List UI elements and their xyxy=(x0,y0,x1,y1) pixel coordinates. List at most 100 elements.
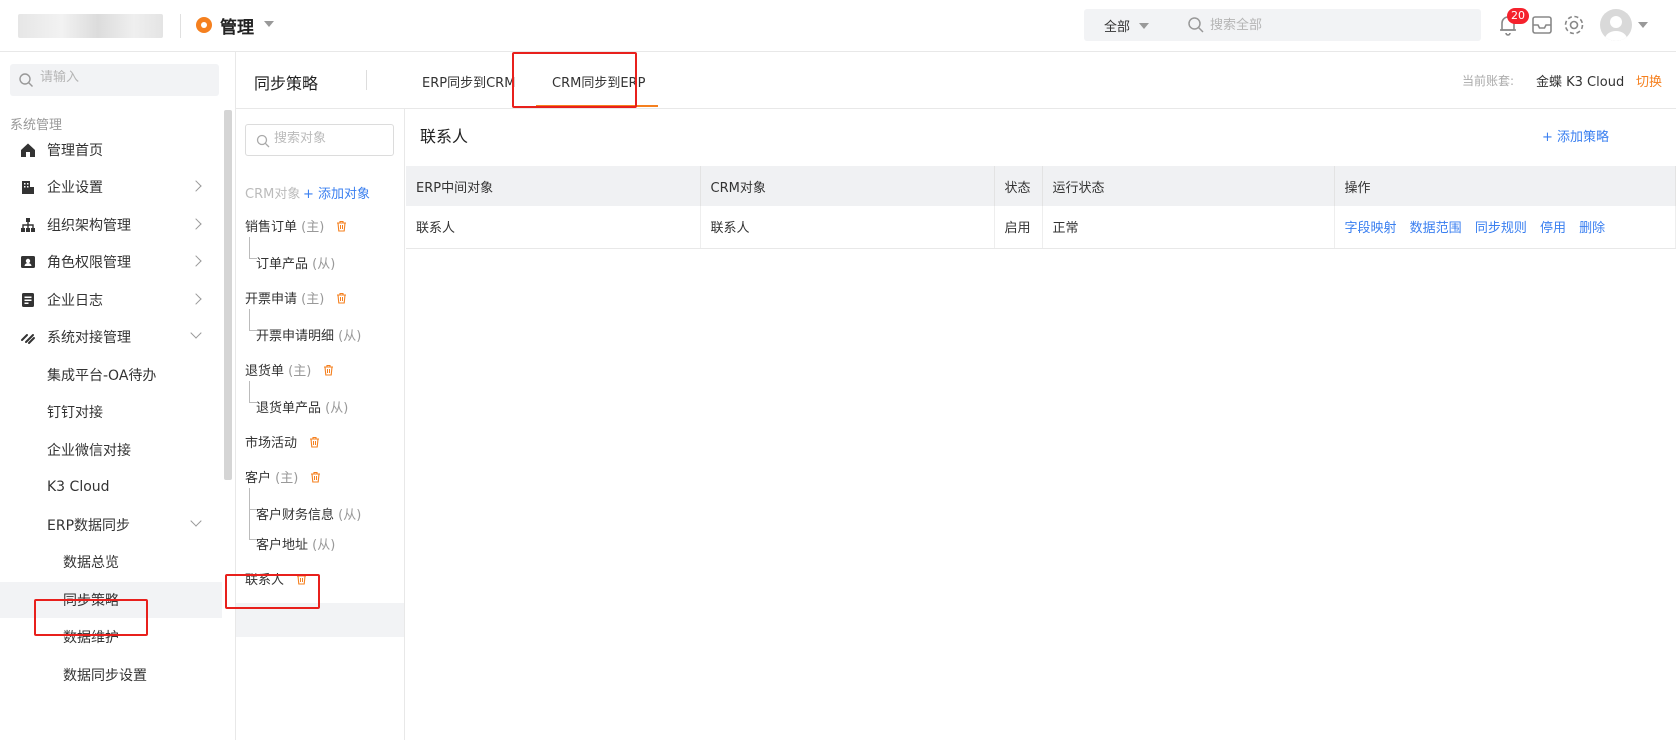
object-tag: (从) xyxy=(338,329,362,344)
sidebar-item-oa-todo[interactable]: 集成平台-OA待办 xyxy=(0,357,222,393)
object-tag: (主) xyxy=(275,471,299,486)
object-name: 退货单产品 xyxy=(256,401,322,416)
chevron-right-icon xyxy=(190,218,202,230)
status-cell: 启用 xyxy=(994,206,1043,249)
app-title[interactable]: 管理 xyxy=(220,13,254,38)
object-panel: CRM对象 + 添加对象 销售订单 (主) 订单产品 (从) 开票申请 (主) … xyxy=(236,109,405,740)
field-mapping-link[interactable]: 字段映射 xyxy=(1345,221,1397,236)
object-name: 联系人 xyxy=(245,573,285,588)
object-item-invoice[interactable]: 开票申请 (主) xyxy=(245,288,347,307)
inbox-icon[interactable] xyxy=(1528,11,1556,39)
object-tag: (从) xyxy=(312,257,336,272)
add-object-button[interactable]: + 添加对象 xyxy=(303,183,370,202)
account-value: 金蝶 K3 Cloud xyxy=(1536,75,1625,90)
sidebar-search-input[interactable] xyxy=(40,70,210,85)
sidebar-item-label: 钉钉对接 xyxy=(47,405,103,421)
table-row: 联系人 联系人 启用 正常 字段映射 数据范围 同步规则 停用 删除 xyxy=(406,206,1676,249)
sidebar-item-label: 集成平台-OA待办 xyxy=(47,368,157,384)
sidebar-item-integration[interactable]: 系统对接管理 xyxy=(0,319,222,355)
page-title: 同步策略 xyxy=(254,74,319,93)
tab-crm-to-erp[interactable]: CRM同步到ERP xyxy=(552,72,645,91)
sidebar-item-label: 企业微信对接 xyxy=(47,443,131,459)
policy-content: 联系人 + 添加策略 ERP中间对象 CRM对象 状态 运行状态 操作 联系人 … xyxy=(406,109,1676,740)
delete-link[interactable]: 删除 xyxy=(1579,221,1605,236)
trash-icon[interactable] xyxy=(309,436,320,448)
search-icon xyxy=(1188,17,1204,33)
chevron-down-icon[interactable] xyxy=(1139,23,1149,29)
object-name: 客户 xyxy=(245,471,272,486)
sidebar-scrollbar[interactable] xyxy=(224,110,232,480)
chevron-down-icon[interactable] xyxy=(264,21,274,27)
add-policy-button[interactable]: + 添加策略 xyxy=(1542,126,1609,145)
org-chart-icon xyxy=(21,218,35,232)
gear-flower-icon xyxy=(196,17,212,33)
object-tag: (从) xyxy=(338,508,362,523)
sidebar-item-label: 数据同步设置 xyxy=(63,668,147,684)
sidebar-item-data-overview[interactable]: 数据总览 xyxy=(0,544,222,580)
object-item-marketing[interactable]: 市场活动 xyxy=(245,432,320,451)
global-search-input[interactable] xyxy=(1210,15,1460,35)
sidebar-item-sync-settings[interactable]: 数据同步设置 xyxy=(0,657,222,693)
sidebar-item-logs[interactable]: 企业日志 xyxy=(0,282,222,318)
object-tag: (从) xyxy=(325,401,349,416)
active-tab-indicator xyxy=(536,105,658,107)
object-list-header: CRM对象 xyxy=(245,187,301,202)
switch-account-link[interactable]: 切换 xyxy=(1636,71,1662,90)
object-item-customer[interactable]: 客户 (主) xyxy=(245,467,321,486)
sidebar-item-dingtalk[interactable]: 钉钉对接 xyxy=(0,394,222,430)
trash-icon[interactable] xyxy=(310,471,321,483)
sidebar-item-home[interactable]: 管理首页 xyxy=(0,132,222,168)
sync-rules-link[interactable]: 同步规则 xyxy=(1475,221,1527,236)
gear-icon[interactable] xyxy=(1560,11,1588,39)
actions-cell: 字段映射 数据范围 同步规则 停用 删除 xyxy=(1334,206,1676,249)
search-icon xyxy=(256,134,270,148)
crm-object-cell: 联系人 xyxy=(700,206,995,249)
column-header: 运行状态 xyxy=(1042,166,1335,206)
object-tag: (主) xyxy=(301,292,325,307)
trash-icon[interactable] xyxy=(336,220,347,232)
global-search-bar: 全部 xyxy=(1084,9,1481,41)
top-bar: 管理 全部 20 xyxy=(0,0,1676,52)
id-card-icon xyxy=(21,256,35,268)
trash-icon[interactable] xyxy=(336,292,347,304)
sidebar: 系统管理 管理首页 企业设置 组织架构管理 角色权限管理 企业日志 系统对接管理… xyxy=(0,52,236,740)
object-search xyxy=(245,124,394,156)
sidebar-item-wecom[interactable]: 企业微信对接 xyxy=(0,432,222,468)
object-item-sales-order[interactable]: 销售订单 (主) xyxy=(245,216,347,235)
chevron-down-icon xyxy=(190,327,202,339)
sidebar-item-k3cloud[interactable]: K3 Cloud xyxy=(0,469,222,505)
sidebar-item-label: 企业日志 xyxy=(47,293,103,309)
object-name: 客户财务信息 xyxy=(256,508,335,523)
sidebar-item-data-maintenance[interactable]: 数据维护 xyxy=(0,619,222,655)
chevron-down-icon[interactable] xyxy=(1638,22,1648,28)
object-name: 订单产品 xyxy=(256,257,309,272)
object-child-item[interactable]: 订单产品 (从) xyxy=(256,253,335,272)
column-header: 状态 xyxy=(994,166,1043,206)
run-status-cell: 正常 xyxy=(1042,206,1335,249)
search-scope-select[interactable]: 全部 xyxy=(1104,16,1130,35)
object-child-item[interactable]: 退货单产品 (从) xyxy=(256,397,348,416)
object-item-return-order[interactable]: 退货单 (主) xyxy=(245,360,334,379)
object-name: 客户地址 xyxy=(256,538,309,553)
sidebar-item-org[interactable]: 组织架构管理 xyxy=(0,207,222,243)
tab-erp-to-crm[interactable]: ERP同步到CRM xyxy=(422,72,515,91)
sidebar-item-roles[interactable]: 角色权限管理 xyxy=(0,244,222,280)
trash-icon[interactable] xyxy=(296,573,307,585)
search-icon xyxy=(19,73,33,87)
sidebar-item-enterprise-settings[interactable]: 企业设置 xyxy=(0,169,222,205)
object-search-input[interactable] xyxy=(274,131,384,146)
sidebar-item-label: 角色权限管理 xyxy=(47,255,131,271)
data-range-link[interactable]: 数据范围 xyxy=(1410,221,1462,236)
trash-icon[interactable] xyxy=(323,364,334,376)
avatar[interactable] xyxy=(1600,9,1632,41)
sidebar-item-sync-policy[interactable]: 同步策略 xyxy=(0,582,222,618)
object-child-item[interactable]: 客户地址 (从) xyxy=(256,534,335,553)
object-child-item[interactable]: 客户财务信息 (从) xyxy=(256,504,361,523)
disable-link[interactable]: 停用 xyxy=(1540,221,1566,236)
divider xyxy=(366,70,367,90)
object-child-item[interactable]: 开票申请明细 (从) xyxy=(256,325,361,344)
object-item-contact[interactable]: 联系人 xyxy=(245,569,307,588)
object-name: 开票申请 xyxy=(245,292,298,307)
sidebar-item-erp-sync[interactable]: ERP数据同步 xyxy=(0,507,222,543)
object-tag: (主) xyxy=(301,220,325,235)
